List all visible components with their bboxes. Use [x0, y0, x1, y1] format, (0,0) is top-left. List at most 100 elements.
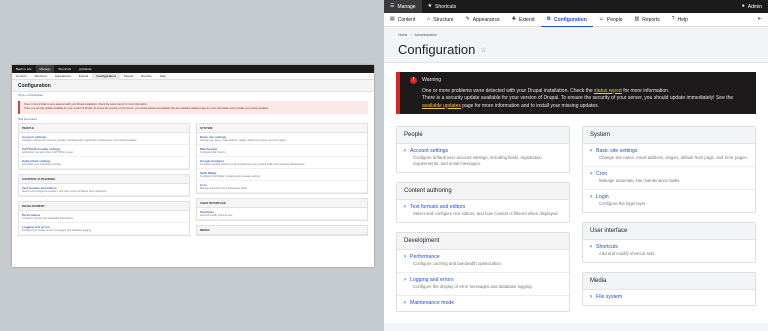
mini-item[interactable]: Swift Mailer Configure Swift Mailer trans… — [197, 169, 367, 181]
warning-text: One or more problems were detected with … — [422, 87, 595, 94]
panel-development: Development › Performance Configure caching… — [396, 232, 570, 312]
config-item-account-settings[interactable]: › Account settings Configure default user … — [397, 144, 569, 172]
config-item-name: Logging and errors — [410, 277, 454, 283]
mini-right-column: SYSTEM Basic site settings Change site nam… — [196, 123, 368, 240]
mini-columns: PEOPLE Account settings Configure default … — [12, 123, 374, 240]
config-item-link[interactable]: › Shortcuts — [590, 244, 748, 250]
tray-item-structure[interactable]: ⌂ Structure — [421, 13, 459, 27]
mini-warning: One or more problems were detected with … — [18, 101, 368, 114]
mini-item[interactable]: Shortcuts Add and modify shortcut sets. — [197, 208, 367, 220]
config-item-link[interactable]: › File system — [590, 294, 748, 300]
mini-hide-descriptions-link[interactable]: Hide descriptions — [12, 116, 374, 123]
mini-item[interactable]: Performance Configure caching and bandwid… — [19, 211, 189, 223]
manage-button[interactable]: ☰ Manage — [384, 0, 422, 13]
tray-item-extend[interactable]: ✚ Extend — [506, 13, 541, 27]
mini-item[interactable]: Subscribed settings Administer your subsc… — [19, 157, 189, 169]
user-menu-button[interactable]: ● Admin — [736, 0, 768, 13]
config-item-performance[interactable]: › Performance Configure caching and bandwi… — [397, 250, 569, 273]
chevron-right-icon: › — [404, 204, 406, 210]
config-item-link[interactable]: › Maintenance mode — [404, 300, 562, 306]
mini-item-desc: Configure the display of error messages … — [22, 229, 92, 232]
tray-item-configuration[interactable]: ⚙ Configuration — [541, 13, 593, 27]
config-item-name: Shortcuts — [596, 244, 618, 250]
mini-section: SYSTEM Basic site settings Change site nam… — [196, 123, 368, 194]
mini-breadcrumb[interactable]: Home » Administration — [12, 92, 374, 99]
config-item-name: Cron — [596, 171, 608, 177]
mini-item[interactable]: Logging and errors Configure the display … — [19, 223, 189, 235]
config-item-logging-and-errors[interactable]: › Logging and errors Configure the display… — [397, 273, 569, 296]
puzzle-icon: ✚ — [511, 16, 516, 22]
warning-text: There is a security update available for… — [422, 95, 734, 101]
warning-message: ! Warning One or more problems were dete… — [396, 72, 756, 114]
breadcrumb: Home › Administration — [398, 33, 754, 37]
tray-item-appearance[interactable]: ✎ Appearance — [460, 13, 506, 27]
mini-left-column: PEOPLE Account settings Configure default … — [18, 123, 190, 240]
mini-section: CONTENT AUTHORING Text formats and editor… — [18, 174, 190, 197]
mini-tray-item[interactable]: Appearance — [51, 73, 75, 80]
person-icon: ● — [741, 3, 745, 9]
chevron-right-icon: › — [404, 300, 406, 306]
config-item-maintenance-mode[interactable]: › Maintenance mode — [397, 296, 569, 311]
status-report-link[interactable]: status report — [594, 88, 622, 94]
tray-label: Help — [677, 16, 688, 23]
config-item-description: Change site name, email address, slogan,… — [599, 155, 748, 160]
config-item-description: Configure caching and bandwidth optimiza… — [413, 261, 503, 266]
panel-media: Media › File system — [582, 272, 756, 306]
tray-item-reports[interactable]: ▥ Reports — [628, 13, 665, 27]
chevron-right-icon: › — [404, 254, 406, 260]
config-item-link[interactable]: › Account settings — [404, 148, 562, 154]
chevron-right-icon: › — [590, 171, 592, 177]
panel-title: Media — [583, 273, 755, 290]
config-item-link[interactable]: › Performance — [404, 254, 562, 260]
config-item-link[interactable]: › Login — [590, 194, 748, 200]
mini-tray-item[interactable]: People — [120, 73, 137, 80]
mini-section-title: DEVELOPMENT — [19, 202, 189, 211]
config-item-shortcuts[interactable]: › Shortcuts Add and modify shortcut sets. — [583, 240, 755, 262]
shortcuts-button[interactable]: ★ Shortcuts — [422, 0, 463, 13]
mini-tray-item[interactable]: Help — [156, 73, 170, 80]
page-header: Home › Administration Configuration ☆ — [384, 27, 768, 63]
mini-tray-item[interactable]: Reports — [137, 73, 156, 80]
tray-item-people[interactable]: ☺ People — [593, 13, 629, 27]
star-icon[interactable]: ☆ — [480, 46, 486, 54]
mini-tray-item[interactable]: Configuration — [92, 72, 120, 80]
mini-tray: Content Structure Appearance Extend Conf… — [12, 72, 374, 80]
config-item-link[interactable]: › Text formats and editors — [404, 204, 562, 210]
panel-title: User interface — [583, 223, 755, 240]
hamburger-icon: ☰ — [390, 3, 395, 9]
config-item-link[interactable]: › Logging and errors — [404, 277, 562, 283]
tray-label: Structure — [433, 16, 454, 23]
chart-icon: ▥ — [634, 16, 640, 22]
collapse-tray-button[interactable]: ⇤ — [752, 13, 768, 27]
config-item-text-formats-and-editors[interactable]: › Text formats and editors Select and conf… — [397, 200, 569, 222]
help-icon: ? — [671, 16, 675, 22]
tray-item-content[interactable]: ▤ Content — [384, 13, 421, 27]
mini-item[interactable]: Google Analytics Configure tracking behav… — [197, 157, 367, 169]
people-icon: ☺ — [598, 16, 604, 22]
mini-item[interactable]: Text formats and editors Select and confi… — [19, 184, 189, 196]
config-item-file-system[interactable]: › File system — [583, 290, 755, 305]
thumbnail-screenshot: Back to site Manage Shortcuts gmlharde C… — [12, 65, 374, 267]
mini-section-title: USER INTERFACE — [197, 199, 367, 208]
config-item-login[interactable]: › Login Configure the login layer. — [583, 190, 755, 212]
tray-item-help[interactable]: ? Help — [666, 13, 694, 27]
mini-tray-item[interactable]: Structure — [31, 73, 51, 80]
panel-columns: People › Account settings Configure default… — [396, 126, 756, 321]
breadcrumb-administration[interactable]: Administration — [415, 33, 437, 37]
available-updates-link[interactable]: available updates — [422, 103, 461, 109]
config-item-link[interactable]: › Cron — [590, 171, 748, 177]
mini-item[interactable]: Mail System Configure Mail System — [197, 145, 367, 157]
config-item-description: Configure default user account settings,… — [413, 155, 542, 166]
mini-tray-item[interactable]: Extend — [75, 73, 92, 80]
config-item-cron[interactable]: › Cron Manage automatic site maintenance t… — [583, 167, 755, 190]
panel-title: Content authoring — [397, 183, 569, 200]
mini-section: PEOPLE Account settings Configure default … — [18, 123, 190, 170]
mini-item[interactable]: Basic site settings Change site name, ema… — [197, 133, 367, 145]
mini-item[interactable]: Account settings Configure default user a… — [19, 133, 189, 145]
mini-item[interactable]: CAPTCHA module settings Administer how an… — [19, 145, 189, 157]
config-item-link[interactable]: › Basic site settings — [590, 148, 748, 154]
mini-item[interactable]: Cron Manage automatic site maintenance ta… — [197, 181, 367, 193]
config-item-basic-site-settings[interactable]: › Basic site settings Change site name, em… — [583, 144, 755, 167]
breadcrumb-home[interactable]: Home — [398, 33, 407, 37]
mini-tray-item[interactable]: Content — [12, 73, 31, 80]
